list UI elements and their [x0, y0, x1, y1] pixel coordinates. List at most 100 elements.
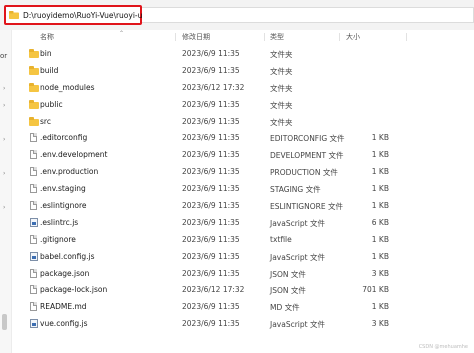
column-divider[interactable] [339, 33, 340, 41]
chevron-right-icon[interactable]: › [3, 136, 5, 143]
chevron-right-icon[interactable]: › [3, 85, 5, 92]
file-row[interactable]: .env.development 2023/6/9 11:35 DEVELOPMEN… [12, 146, 474, 163]
file-size: 1 KB [371, 201, 389, 211]
file-modified: 2023/6/9 11:35 [182, 251, 240, 261]
folder-icon [29, 65, 39, 75]
column-divider[interactable] [264, 33, 265, 41]
file-name: .env.production [40, 167, 99, 177]
address-bar[interactable]: D:\ruoyidemo\RuoYi-Vue\ruoyi-ui [4, 5, 147, 25]
file-row[interactable]: babel.config.js 2023/6/9 11:35 JavaScript … [12, 248, 474, 265]
file-modified: 2023/6/9 11:35 [182, 150, 240, 160]
file-modified: 2023/6/9 11:35 [182, 217, 240, 227]
file-modified: 2023/6/12 17:32 [182, 82, 245, 92]
file-row[interactable]: public 2023/6/9 11:35 文件夹 [12, 96, 474, 113]
nav-scrollbar-thumb[interactable] [2, 314, 7, 330]
address-bar-extension[interactable] [142, 7, 474, 23]
file-type: JavaScript 文件 [270, 218, 325, 228]
file-row[interactable]: .editorconfig 2023/6/9 11:35 EDITORCONFIG … [12, 129, 474, 146]
file-icon [29, 201, 39, 211]
file-size: 1 KB [371, 133, 389, 143]
chevron-right-icon[interactable]: › [3, 102, 5, 109]
file-name: build [40, 65, 59, 75]
file-name: package.json [40, 268, 90, 278]
file-icon [29, 268, 39, 278]
file-size: 3 KB [371, 268, 389, 278]
file-name: package-lock.json [40, 285, 108, 295]
column-size[interactable]: 大小 [346, 32, 360, 42]
file-modified: 2023/6/9 11:35 [182, 201, 240, 211]
file-icon [29, 184, 39, 194]
file-icon [29, 302, 39, 312]
file-type: EDITORCONFIG 文件 [270, 134, 345, 144]
file-name: .env.staging [40, 184, 86, 194]
file-modified: 2023/6/9 11:35 [182, 65, 240, 75]
file-type: JSON 文件 [270, 286, 306, 296]
column-divider[interactable] [175, 33, 176, 41]
file-list: bin 2023/6/9 11:35 文件夹 build 2023/6/9 11:35… [12, 45, 474, 332]
file-name: .eslintrc.js [40, 217, 79, 227]
file-icon [29, 150, 39, 160]
folder-icon [9, 11, 19, 19]
file-icon [29, 133, 39, 143]
file-row[interactable]: build 2023/6/9 11:35 文件夹 [12, 62, 474, 79]
file-name: .env.development [40, 150, 108, 160]
folder-icon [29, 99, 39, 109]
column-divider[interactable] [406, 33, 407, 41]
file-name: README.md [40, 302, 87, 312]
file-row[interactable]: vue.config.js 2023/6/9 11:35 JavaScript 文件… [12, 315, 474, 332]
file-modified: 2023/6/9 11:35 [182, 302, 240, 312]
file-name: .editorconfig [40, 133, 88, 143]
js-file-icon [29, 319, 39, 329]
file-row[interactable]: package.json 2023/6/9 11:35 JSON 文件 3 KB [12, 265, 474, 282]
file-row[interactable]: .env.staging 2023/6/9 11:35 STAGING 文件 1 KB [12, 180, 474, 197]
file-row[interactable]: .eslintignore 2023/6/9 11:35 ESLINTIGNORE … [12, 197, 474, 214]
file-row[interactable]: src 2023/6/9 11:35 文件夹 [12, 113, 474, 130]
file-modified: 2023/6/9 11:35 [182, 116, 240, 126]
file-row[interactable]: .eslintrc.js 2023/6/9 11:35 JavaScript 文件 6… [12, 214, 474, 231]
address-path[interactable]: D:\ruoyidemo\RuoYi-Vue\ruoyi-ui [23, 10, 147, 20]
column-type[interactable]: 类型 [270, 32, 284, 42]
column-name[interactable]: 名称 [40, 32, 54, 42]
file-row[interactable]: README.md 2023/6/9 11:35 MD 文件 1 KB [12, 298, 474, 315]
file-type: 文件夹 [270, 83, 293, 93]
file-modified: 2023/6/9 11:35 [182, 319, 240, 329]
file-row[interactable]: .env.production 2023/6/9 11:35 PRODUCTION … [12, 163, 474, 180]
file-modified: 2023/6/9 11:35 [182, 268, 240, 278]
column-header: ⌃ 名称 修改日期 类型 大小 [12, 30, 474, 42]
file-size: 1 KB [371, 167, 389, 177]
file-modified: 2023/6/9 11:35 [182, 49, 240, 58]
file-type: DEVELOPMENT 文件 [270, 151, 344, 161]
file-name: node_modules [40, 82, 95, 92]
file-icon [29, 285, 39, 295]
folder-icon [29, 49, 39, 58]
file-size: 3 KB [371, 319, 389, 329]
file-modified: 2023/6/9 11:35 [182, 184, 240, 194]
file-row[interactable]: node_modules 2023/6/12 17:32 文件夹 [12, 79, 474, 96]
chevron-right-icon[interactable]: › [3, 170, 5, 177]
file-icon [29, 167, 39, 177]
file-row[interactable]: .gitignore 2023/6/9 11:35 txtfile 1 KB [12, 231, 474, 248]
file-type: 文件夹 [270, 66, 293, 76]
file-name: public [40, 99, 63, 109]
file-row[interactable]: package-lock.json 2023/6/12 17:32 JSON 文件 7… [12, 281, 474, 298]
chevron-right-icon[interactable]: › [3, 204, 5, 211]
nav-label: or [0, 52, 8, 60]
file-type: txtfile [270, 234, 292, 244]
js-file-icon [29, 251, 39, 261]
file-type: ESLINTIGNORE 文件 [270, 202, 343, 212]
file-modified: 2023/6/9 11:35 [182, 167, 240, 177]
column-modified[interactable]: 修改日期 [182, 32, 210, 42]
file-size: 1 KB [371, 234, 389, 244]
file-size: 1 KB [371, 150, 389, 160]
file-type: PRODUCTION 文件 [270, 168, 338, 178]
file-type: STAGING 文件 [270, 185, 321, 195]
js-file-icon [29, 217, 39, 227]
file-modified: 2023/6/12 17:32 [182, 285, 245, 295]
file-type: JavaScript 文件 [270, 320, 325, 330]
file-size: 701 KB [362, 285, 389, 295]
file-modified: 2023/6/9 11:35 [182, 234, 240, 244]
sort-up-icon: ⌃ [119, 30, 125, 37]
watermark: CSDN @mehuamhe [418, 344, 468, 350]
file-name: .eslintignore [40, 201, 87, 211]
file-row[interactable]: bin 2023/6/9 11:35 文件夹 [12, 45, 474, 62]
